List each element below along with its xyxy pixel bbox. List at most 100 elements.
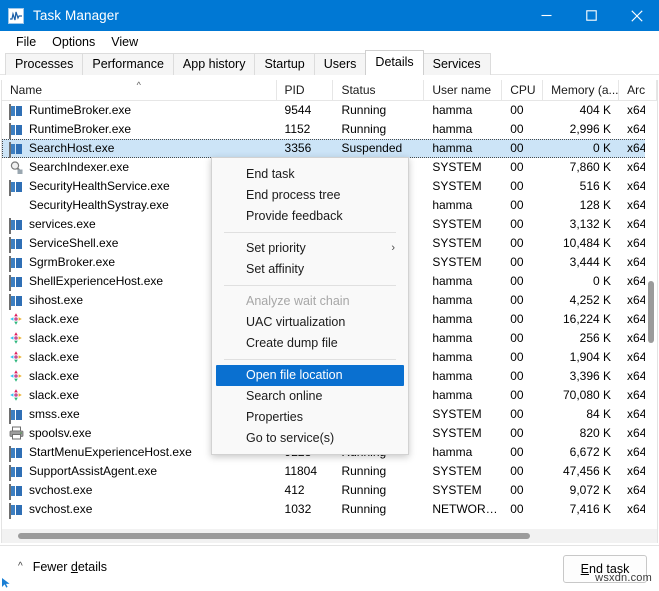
process-name-label: slack.exe <box>29 388 80 402</box>
process-name-label: spoolsv.exe <box>29 426 92 440</box>
context-menu-item[interactable]: Go to service(s) <box>212 428 408 449</box>
window-icon <box>9 502 24 519</box>
cell-cpu: 00 <box>510 464 524 478</box>
cell-memory: 16,224 K <box>562 312 612 326</box>
tab-app-history[interactable]: App history <box>172 53 256 75</box>
table-row[interactable]: SearchHost.exe 3356 Suspended hamma 00 0 Kx64 <box>2 139 657 158</box>
cell-cpu: 00 <box>510 502 524 516</box>
table-row[interactable]: SupportAssistAgent.exe 11804 Running SYSTEM… <box>2 462 657 481</box>
column-header-cpu[interactable]: CPU <box>502 80 544 101</box>
cell-user: hamma <box>432 445 473 459</box>
window-glyph <box>9 237 11 253</box>
cell-user: NETWORK... <box>432 502 503 516</box>
context-menu-item-label: Go to service(s) <box>246 431 335 445</box>
window-glyph <box>9 484 11 500</box>
tab-performance[interactable]: Performance <box>82 53 174 75</box>
window-glyph <box>9 123 11 139</box>
tab-details[interactable]: Details <box>365 50 424 75</box>
window-title: Task Manager <box>33 8 119 23</box>
vertical-scrollbar-thumb[interactable] <box>648 281 654 343</box>
cell-user: SYSTEM <box>432 426 482 440</box>
menu-view[interactable]: View <box>103 33 146 51</box>
horizontal-scrollbar[interactable] <box>1 529 658 543</box>
process-name-label: sihost.exe <box>29 293 84 307</box>
context-menu-item-label: Search online <box>246 389 323 403</box>
tab-users[interactable]: Users <box>313 53 367 75</box>
context-menu-item[interactable]: Open file location <box>216 365 404 386</box>
slack-icon <box>9 312 24 327</box>
tab-startup[interactable]: Startup <box>254 53 315 75</box>
column-header-status[interactable]: Status <box>333 80 425 101</box>
cell-name: SupportAssistAgent.exe <box>2 462 277 481</box>
window-icon <box>9 483 24 500</box>
column-header-pid[interactable]: PID <box>277 80 334 101</box>
process-name-label: ShellExperienceHost.exe <box>29 274 164 288</box>
menu-bar: File Options View <box>0 31 659 53</box>
menu-options[interactable]: Options <box>44 33 103 51</box>
cell-cpu: 00 <box>510 217 524 231</box>
context-menu-item[interactable]: Properties <box>212 407 408 428</box>
table-row[interactable]: RuntimeBroker.exe 1152 Running hamma 00 2,996… <box>2 120 657 139</box>
cell-user: hamma <box>432 274 473 288</box>
cell-memory: 4,252 K <box>569 293 612 307</box>
context-menu-item[interactable]: Search online <box>212 386 408 407</box>
cell-cpu: 00 <box>510 407 524 421</box>
cell-cpu: 00 <box>510 331 524 345</box>
cell-cpu: 00 <box>510 369 524 383</box>
tab-services[interactable]: Services <box>422 53 491 75</box>
process-name-label: SupportAssistAgent.exe <box>29 464 158 478</box>
horizontal-scrollbar-thumb[interactable] <box>18 533 530 539</box>
context-menu-item[interactable]: End process tree <box>212 185 408 206</box>
process-name-label: slack.exe <box>29 369 80 383</box>
context-menu-item-label: Provide feedback <box>246 209 343 223</box>
column-header-name[interactable]: Name ^ <box>2 80 277 101</box>
tab-processes[interactable]: Processes <box>5 53 84 75</box>
cell-pid: 11804 <box>284 464 318 478</box>
watermark: wsxdn.com <box>595 572 652 584</box>
process-name-label: svchost.exe <box>29 502 93 516</box>
context-menu-item[interactable]: Set priority › <box>212 238 408 259</box>
window-icon <box>9 217 24 234</box>
menu-file[interactable]: File <box>8 33 44 51</box>
minimize-button[interactable] <box>524 0 569 31</box>
window-controls <box>524 0 659 31</box>
context-menu-item-label: End task <box>246 167 295 181</box>
column-header-arch[interactable]: Arc <box>619 80 657 101</box>
cell-memory: 7,860 K <box>569 160 612 174</box>
cell-cpu: 00 <box>510 445 524 459</box>
footer-bar: ^ Fewer details End task <box>0 545 659 591</box>
column-header-user[interactable]: User name <box>424 80 503 101</box>
fewer-details-button[interactable]: ^ Fewer details <box>18 560 107 574</box>
table-row[interactable]: svchost.exe 1032 Running NETWORK... 00 7,416 … <box>2 500 657 519</box>
title-bar: Task Manager <box>0 0 659 31</box>
context-menu-item[interactable]: UAC virtualization <box>212 312 408 333</box>
cell-status: Running <box>341 103 387 117</box>
cell-memory: 3,132 K <box>569 217 612 231</box>
context-menu-item[interactable]: Set affinity <box>212 259 408 280</box>
cell-cpu: 00 <box>510 388 524 402</box>
process-name-label: RuntimeBroker.exe <box>29 122 132 136</box>
process-name-label: services.exe <box>29 217 96 231</box>
window-icon <box>9 179 24 196</box>
table-row[interactable]: RuntimeBroker.exe 9544 Running hamma 00 404 K… <box>2 101 657 120</box>
cell-cpu: 00 <box>510 255 524 269</box>
context-menu-item[interactable]: End task <box>212 164 408 185</box>
context-menu-item[interactable]: Create dump file <box>212 333 408 354</box>
vertical-scrollbar[interactable] <box>645 101 657 512</box>
cell-memory: 84 K <box>586 407 612 421</box>
maximize-button[interactable] <box>569 0 614 31</box>
cell-memory: 0 K <box>593 274 612 288</box>
cell-user: SYSTEM <box>432 179 482 193</box>
cell-pid: 412 <box>284 483 305 497</box>
sort-ascending-icon: ^ <box>136 80 141 90</box>
context-menu-item[interactable]: Provide feedback <box>212 206 408 227</box>
cell-cpu: 00 <box>510 293 524 307</box>
column-header-memory[interactable]: Memory (a... <box>543 80 620 101</box>
process-name-label: SgrmBroker.exe <box>29 255 116 269</box>
fewer-details-label: Fewer details <box>32 560 108 574</box>
cell-name: RuntimeBroker.exe <box>2 101 277 120</box>
window-icon <box>9 293 24 310</box>
table-row[interactable]: svchost.exe 412 Running SYSTEM 00 9,072 Kx64 <box>2 481 657 500</box>
window-glyph <box>9 408 11 424</box>
close-button[interactable] <box>614 0 659 31</box>
